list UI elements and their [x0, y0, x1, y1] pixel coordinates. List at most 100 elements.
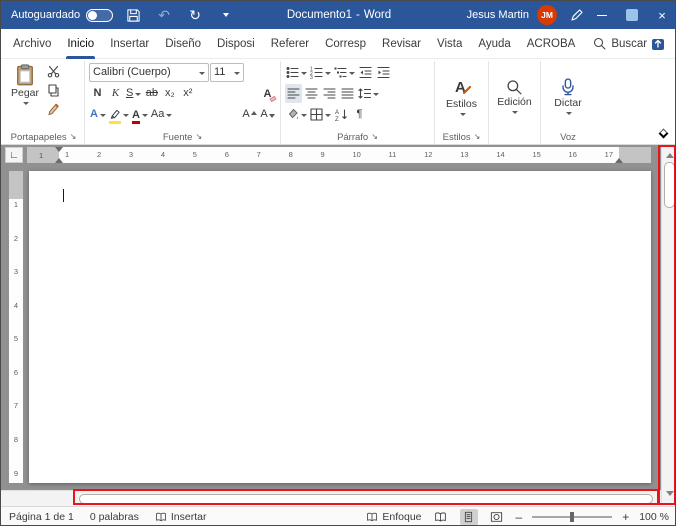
numbered-list-icon: 123	[310, 66, 323, 79]
tab-vista[interactable]: Vista	[429, 29, 470, 59]
paste-button[interactable]: Pegar	[7, 62, 43, 106]
underline-button[interactable]: S	[125, 84, 142, 103]
grow-font-button[interactable]: A	[241, 105, 258, 124]
zoom-out-button[interactable]: –	[516, 511, 523, 523]
sort-button[interactable]: AZ	[333, 105, 350, 124]
tab-selector-button[interactable]: ∟	[5, 147, 23, 163]
clipboard-dialog-launcher[interactable]: ↘	[70, 133, 77, 141]
show-marks-button[interactable]: ¶	[351, 105, 368, 124]
ruler-number: 9	[14, 470, 18, 478]
text-effects-button[interactable]: A	[89, 105, 107, 124]
strikethrough-button[interactable]: ab	[143, 84, 160, 103]
hanging-indent-marker[interactable]	[55, 154, 63, 163]
align-right-button[interactable]	[321, 84, 338, 103]
zoom-level-button[interactable]: 100 %	[639, 511, 669, 523]
save-button[interactable]	[122, 4, 144, 26]
tab-archivo[interactable]: Archivo	[5, 29, 59, 59]
undo-button[interactable]: ↶	[153, 4, 175, 26]
line-spacing-button[interactable]	[357, 84, 380, 103]
align-center-icon	[305, 87, 318, 100]
insert-mode-status[interactable]: Insertar	[155, 511, 207, 523]
share-button[interactable]	[647, 33, 669, 55]
font-size-select[interactable]: 11	[210, 63, 244, 82]
tab-revisar[interactable]: Revisar	[374, 29, 429, 59]
collapse-ribbon-button[interactable]	[659, 129, 669, 139]
bullets-button[interactable]	[285, 63, 308, 82]
font-name-select[interactable]: Calibri (Cuerpo)	[89, 63, 209, 82]
horizontal-scrollbar[interactable]	[1, 490, 661, 506]
highlight-color-button[interactable]	[108, 105, 130, 124]
superscript-button[interactable]: x²	[179, 84, 196, 103]
tab-disposicion[interactable]: Disposi	[209, 29, 263, 59]
horizontal-scrollbar-thumb[interactable]	[79, 494, 653, 504]
font-dialog-launcher[interactable]: ↘	[195, 133, 202, 141]
tab-diseno[interactable]: Diseño	[157, 29, 209, 59]
clear-formatting-button[interactable]: A	[259, 84, 276, 103]
page-number-status[interactable]: Página 1 de 1	[9, 511, 74, 523]
document-viewport: 123456789	[1, 165, 661, 490]
autosave-toggle[interactable]	[86, 9, 113, 22]
focus-mode-button[interactable]: Enfoque	[366, 511, 421, 523]
editing-button[interactable]: Edición	[493, 77, 535, 115]
chevron-down-icon	[301, 72, 307, 78]
chevron-down-icon	[460, 113, 466, 119]
scroll-up-arrow-icon[interactable]	[666, 149, 674, 158]
word-count-status[interactable]: 0 palabras	[90, 511, 139, 523]
word-window: Autoguardado ↶ ↻ Documento1 - Word Jesus…	[0, 0, 676, 526]
tab-acrobat[interactable]: ACROBA	[519, 29, 584, 59]
undo-icon: ↶	[158, 8, 170, 22]
font-color-button[interactable]: A	[131, 105, 149, 124]
decrease-indent-button[interactable]	[357, 63, 374, 82]
italic-button[interactable]: K	[107, 84, 124, 103]
styles-dialog-launcher[interactable]: ↘	[474, 133, 481, 141]
align-center-button[interactable]	[303, 84, 320, 103]
tab-inicio[interactable]: Inicio	[59, 29, 102, 59]
shading-button[interactable]	[285, 105, 308, 124]
align-left-button[interactable]	[285, 84, 302, 103]
bold-button[interactable]: N	[89, 84, 106, 103]
copy-button[interactable]	[45, 81, 62, 100]
styles-button[interactable]: A Estilos	[442, 75, 481, 117]
close-button[interactable]: ×	[647, 1, 676, 29]
horizontal-ruler[interactable]: 1 1234567891011121314151617	[27, 147, 651, 163]
web-layout-button[interactable]	[488, 509, 506, 525]
read-mode-button[interactable]	[432, 509, 450, 525]
numbering-button[interactable]: 123	[309, 63, 332, 82]
ruler-number: 1	[14, 201, 18, 209]
vertical-ruler[interactable]: 123456789	[9, 171, 23, 483]
tab-ayuda[interactable]: Ayuda	[470, 29, 518, 59]
maximize-button[interactable]	[617, 1, 647, 29]
justify-button[interactable]	[339, 84, 356, 103]
shrink-font-button[interactable]: A	[259, 105, 276, 124]
print-layout-button[interactable]	[460, 509, 478, 525]
multilevel-list-button[interactable]	[333, 63, 356, 82]
avatar[interactable]: JM	[537, 5, 557, 25]
brush-icon	[47, 103, 60, 116]
format-painter-button[interactable]	[45, 100, 62, 119]
cut-button[interactable]	[45, 62, 62, 81]
minimize-button[interactable]	[587, 1, 617, 29]
borders-button[interactable]	[309, 105, 332, 124]
dictate-button[interactable]: Dictar	[550, 76, 585, 116]
zoom-slider[interactable]	[532, 516, 612, 518]
redo-button[interactable]: ↻	[184, 4, 206, 26]
text-effects-label: A	[90, 109, 98, 120]
chevron-down-icon	[325, 72, 331, 78]
zoom-slider-thumb[interactable]	[570, 512, 574, 522]
ink-pencil-button[interactable]	[565, 4, 587, 26]
paragraph-dialog-launcher[interactable]: ↘	[371, 133, 378, 141]
subscript-button[interactable]: x₂	[161, 84, 178, 103]
zoom-in-button[interactable]: +	[622, 511, 629, 523]
tab-referencias[interactable]: Referer	[263, 29, 317, 59]
quick-access-menu-button[interactable]	[215, 4, 237, 26]
right-indent-marker[interactable]	[615, 154, 623, 163]
tab-correspondencia[interactable]: Corresp	[317, 29, 374, 59]
document-page[interactable]	[29, 171, 651, 483]
search-box[interactable]: Buscar	[593, 37, 647, 50]
change-case-button[interactable]: Aa	[150, 105, 173, 124]
increase-indent-button[interactable]	[375, 63, 392, 82]
scroll-down-arrow-icon[interactable]	[666, 491, 674, 500]
tab-insertar[interactable]: Insertar	[102, 29, 157, 59]
vertical-scrollbar[interactable]	[661, 145, 676, 506]
vertical-scrollbar-thumb[interactable]	[664, 162, 675, 208]
